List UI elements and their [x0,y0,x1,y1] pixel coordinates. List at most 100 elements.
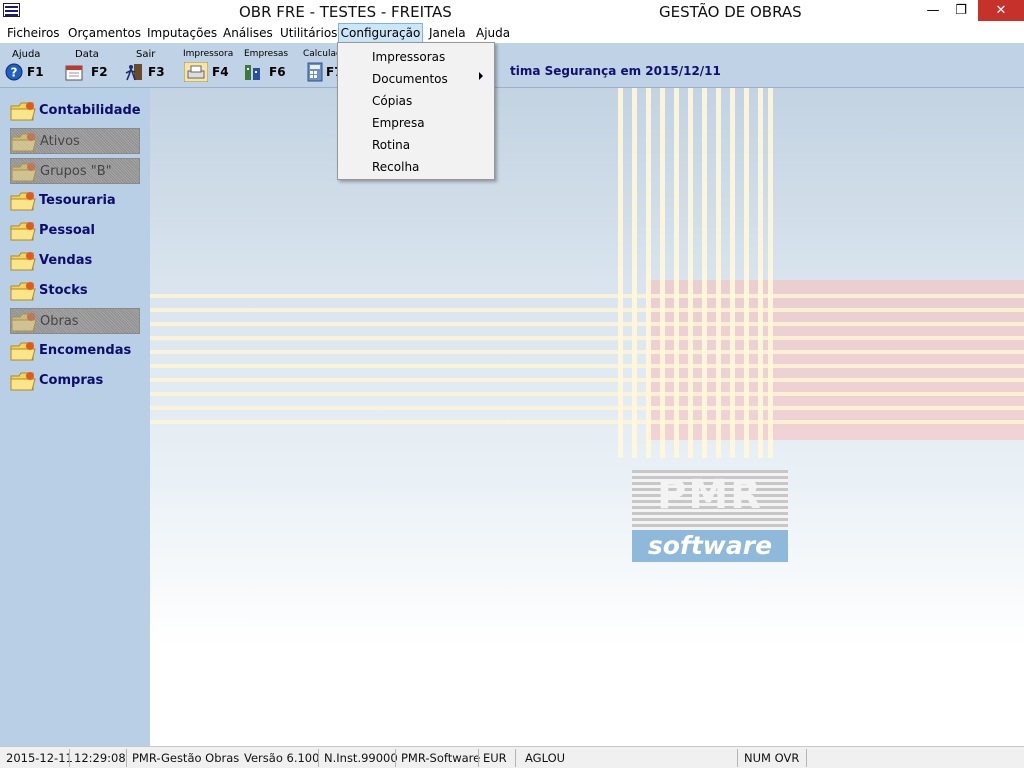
decorative-stripe [768,88,773,458]
sidebar-item-contabilidade[interactable]: Contabilidade [10,98,141,124]
sidebar-item-stocks[interactable]: Stocks [10,278,140,304]
decorative-stripe [646,88,651,458]
close-button[interactable]: ✕ [978,0,1024,21]
sidebar-item-grupos-b: Grupos "B" [10,158,140,184]
sidebar-item-label: Vendas [39,253,93,268]
calculator-caption: Calculadora [303,49,339,59]
help-button[interactable]: Ajuda ? F1 [4,45,50,85]
decorative-stripe [150,378,1024,382]
menu-ajuda[interactable]: Ajuda [476,23,510,43]
help-key: F1 [27,65,44,79]
sidebar-item-label: Ativos [40,134,80,149]
menu-item-empresa[interactable]: Empresa [372,116,425,130]
pmr-logo-text: PMR [657,472,763,518]
status-separator [515,749,516,767]
menu-utilitarios[interactable]: Utilitários [280,23,337,43]
menu-item-copias[interactable]: Cópias [372,94,412,108]
folder-icon [10,192,36,211]
sidebar-item-encomendas[interactable]: Encomendas [10,338,140,364]
decorative-stripe [632,88,637,458]
status-user: AGLOU [525,751,566,765]
decorative-stripe [150,336,1024,340]
menu-ficheiros[interactable]: Ficheiros [7,23,60,43]
decorative-stripe [150,406,1024,410]
decorative-stripe [150,392,1024,396]
status-separator [478,749,479,767]
exit-key: F3 [148,65,165,79]
companies-icon [245,65,260,80]
companies-key: F6 [269,65,286,79]
companies-button[interactable]: Empresas F6 [243,45,293,85]
app-icon[interactable] [3,3,20,17]
sidebar-item-pessoal[interactable]: Pessoal [10,218,140,244]
configuracao-dropdown: Impressoras Documentos Cópias Empresa Ro… [337,42,495,180]
exit-button[interactable]: Sair F3 [124,45,168,85]
calculator-button[interactable]: Calculadora F7 [303,45,339,85]
folder-icon [11,133,37,152]
folder-icon [10,342,36,361]
decorative-stripe [150,420,1024,424]
menu-orcamentos[interactable]: Orçamentos [68,23,141,43]
decorative-stripe [660,88,665,458]
decorative-stripe [150,294,1024,298]
exit-caption: Sair [136,49,156,60]
menu-janela[interactable]: Janela [429,23,466,43]
decorative-stripe [674,88,679,458]
folder-icon [10,222,36,241]
decorative-stripe [702,88,707,458]
svg-text:?: ? [11,66,18,80]
status-date: 2015-12-11 [6,751,73,765]
sidebar: Contabilidade Ativos Grupos "B" Tesourar… [0,88,150,746]
title-bar: OBR FRE - TESTES - FREITAS GESTÃO DE OBR… [0,0,1024,23]
status-keys: NUM OVR [744,751,800,765]
menu-item-impressoras[interactable]: Impressoras [372,50,445,64]
status-separator [737,749,738,767]
exit-icon [125,64,142,81]
menu-item-documentos[interactable]: Documentos [372,72,448,86]
status-separator [69,749,70,767]
backup-notice: tima Segurança em 2015/12/11 [510,64,721,78]
printer-caption: Impressora [183,49,234,59]
window-title: OBR FRE - TESTES - FREITAS [239,3,452,21]
decorative-stripe [150,308,1024,312]
menu-analises[interactable]: Análises [223,23,273,43]
decorative-stripe [150,350,1024,354]
status-separator [395,749,396,767]
main-workspace: PMR software [150,88,1024,746]
menu-imputacoes[interactable]: Imputações [147,23,217,43]
calendar-icon [65,65,83,81]
calculator-icon [307,62,323,82]
sidebar-item-label: Compras [39,373,104,388]
sidebar-item-compras[interactable]: Compras [10,368,140,394]
status-bar: 2015-12-11 12:29:08 PMR-Gestão Obras Ver… [0,746,1024,768]
status-separator [126,749,127,767]
status-instance: N.Inst.99000 [324,751,398,765]
printer-icon [184,62,208,82]
printer-key: F4 [212,65,229,79]
companies-caption: Empresas [244,49,289,59]
help-caption: Ajuda [12,49,41,60]
folder-icon [10,102,36,121]
date-button[interactable]: Data F2 [64,45,112,85]
decorative-stripe [150,322,1024,326]
menu-item-recolha[interactable]: Recolha [372,160,419,174]
sidebar-item-label: Pessoal [39,223,95,238]
submenu-arrow-icon [479,72,483,80]
menu-bar: Ficheiros Orçamentos Imputações Análises… [0,23,1024,43]
menu-configuracao[interactable]: Configuração [338,23,423,43]
sidebar-item-tesouraria[interactable]: Tesouraria [10,188,140,214]
menu-item-rotina[interactable]: Rotina [372,138,410,152]
sidebar-item-label: Encomendas [39,343,132,358]
folder-icon [10,282,36,301]
sidebar-item-vendas[interactable]: Vendas [10,248,140,274]
status-separator [806,749,807,767]
folder-icon [10,372,36,391]
status-currency: EUR [483,751,507,765]
decorative-stripe [716,88,721,458]
software-logo-text: software [647,531,773,560]
decorative-stripe [150,364,1024,368]
status-app: PMR-Gestão Obras [132,751,240,765]
status-time: 12:29:08 [74,751,126,765]
printer-button[interactable]: Impressora F4 [182,45,234,85]
pmr-logo: PMR [632,470,788,530]
